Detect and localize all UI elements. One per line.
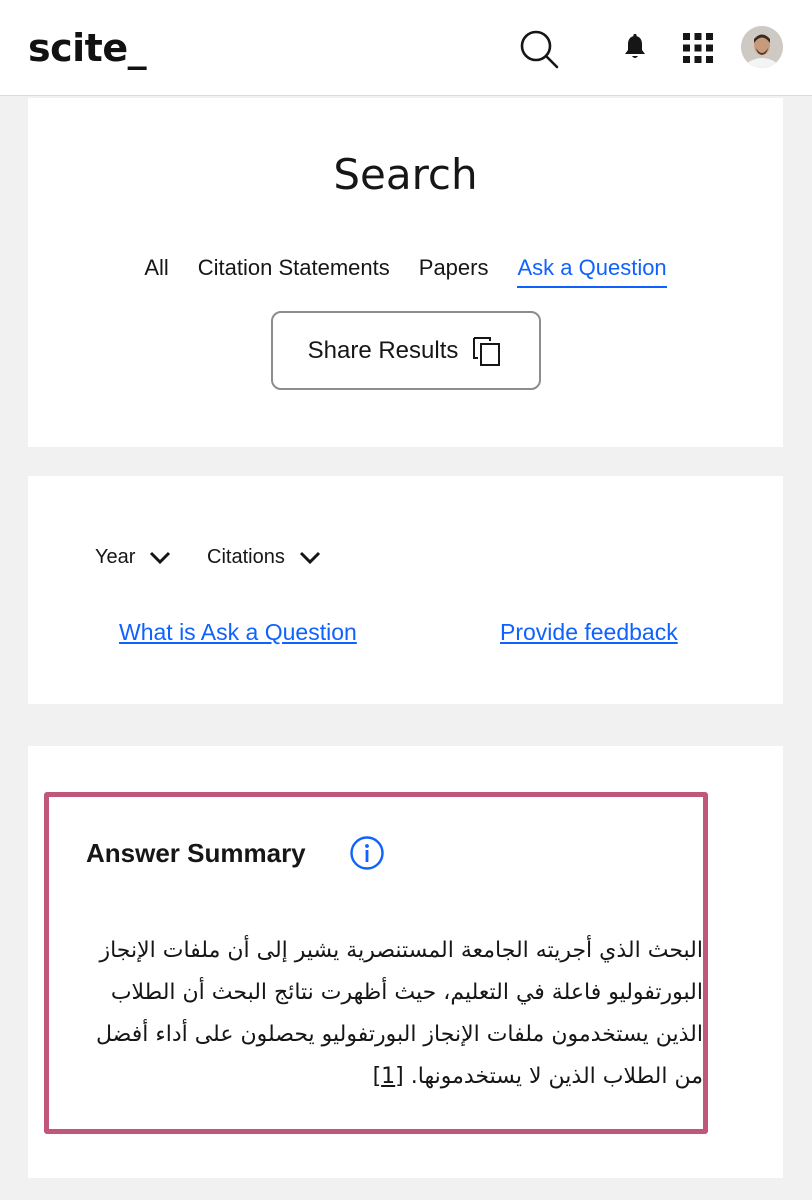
top-header: scite_: [0, 0, 812, 96]
user-avatar[interactable]: [741, 26, 783, 68]
search-icon[interactable]: [518, 28, 560, 70]
citations-dropdown-label: Citations: [207, 546, 285, 568]
scite-logo[interactable]: scite_: [28, 26, 147, 70]
filters-card: Year Citations What is Ask a Question Pr…: [28, 476, 783, 704]
bell-icon[interactable]: [622, 33, 648, 61]
page-title: Search: [333, 150, 478, 199]
chevron-down-icon: [299, 551, 320, 564]
tab-all[interactable]: All: [144, 255, 168, 288]
answer-summary-title: Answer Summary: [86, 838, 306, 868]
answer-summary-text: البحث الذي أجريته الجامعة المستنصرية يشي…: [85, 930, 703, 1098]
what-is-ask-a-question-link[interactable]: What is Ask a Question: [119, 619, 357, 646]
search-card: Search All Citation Statements Papers As…: [28, 98, 783, 447]
share-results-button[interactable]: Share Results: [271, 311, 541, 390]
provide-feedback-link[interactable]: Provide feedback: [500, 619, 678, 646]
copy-icon: [473, 336, 501, 366]
reference-link[interactable]: [1]: [373, 1064, 404, 1089]
share-results-label: Share Results: [307, 336, 459, 364]
tab-citation-statements[interactable]: Citation Statements: [198, 255, 390, 288]
search-tabs: All Citation Statements Papers Ask a Que…: [28, 255, 783, 288]
citations-dropdown[interactable]: Citations: [207, 546, 321, 569]
tab-papers[interactable]: Papers: [419, 255, 489, 288]
year-dropdown[interactable]: Year: [95, 546, 171, 569]
info-icon[interactable]: [349, 835, 385, 871]
year-dropdown-label: Year: [95, 546, 136, 568]
chevron-down-icon: [150, 551, 171, 564]
answer-summary-box: Answer Summary البحث الذي أجريته الجامعة…: [44, 792, 708, 1134]
app-grid-icon[interactable]: [683, 33, 713, 63]
tab-ask-a-question[interactable]: Ask a Question: [517, 255, 667, 288]
answer-card: Answer Summary البحث الذي أجريته الجامعة…: [28, 746, 783, 1178]
